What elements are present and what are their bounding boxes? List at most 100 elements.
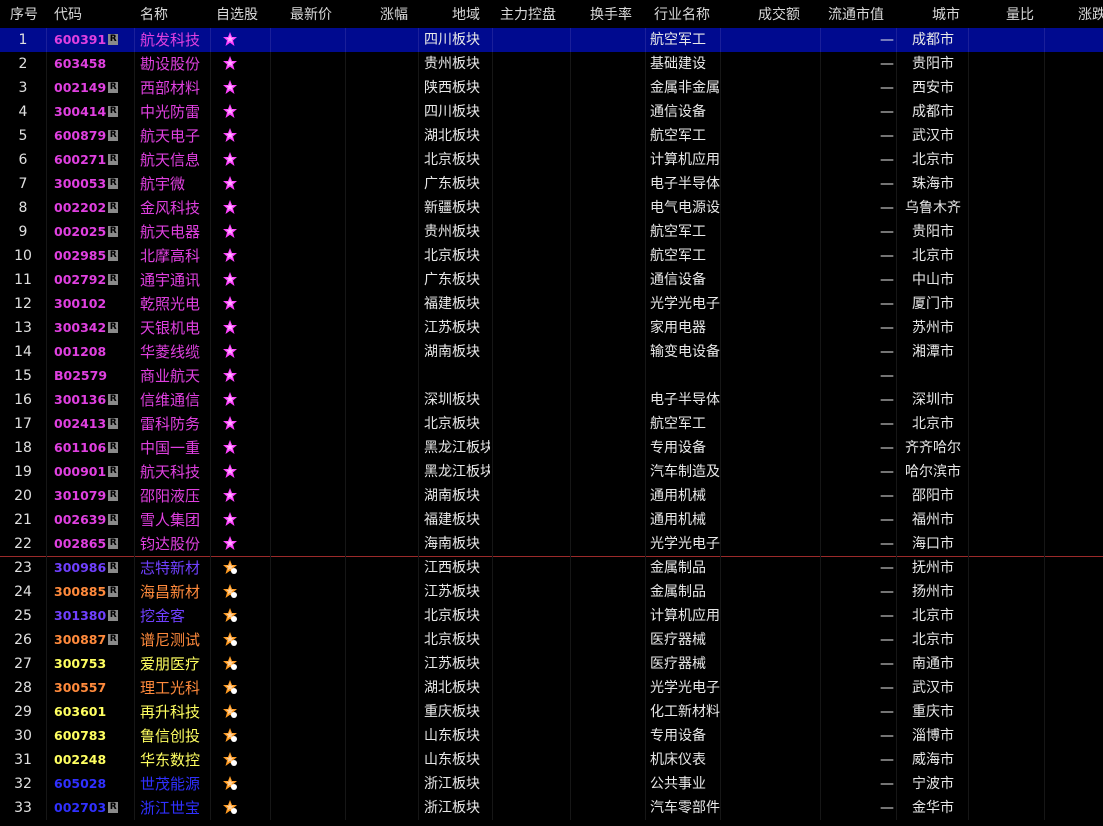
- col-header-main-control[interactable]: 主力控盘: [500, 0, 566, 28]
- table-row[interactable]: 5 600879 R 航天电子 湖北板块 航空军工 — 武汉市: [0, 124, 1103, 148]
- table-row[interactable]: 24 300885 R 海昌新材 江苏板块 金属制品 — 扬州市: [0, 580, 1103, 604]
- favorite-star-icon[interactable]: [222, 367, 238, 383]
- table-row[interactable]: 6 600271 R 航天信息 北京板块 计算机应用 — 北京市: [0, 148, 1103, 172]
- favorite-star-icon[interactable]: [222, 439, 238, 455]
- favorite-star-icon[interactable]: [222, 631, 238, 647]
- stock-name[interactable]: 航天科技: [140, 460, 206, 484]
- stock-name[interactable]: 再升科技: [140, 700, 206, 724]
- table-row[interactable]: 23 300986 R 志特新材 江西板块 金属制品 — 抚州市: [0, 556, 1103, 580]
- col-header-industry[interactable]: 行业名称: [654, 0, 724, 28]
- favorite-star-cell[interactable]: [222, 196, 252, 220]
- stock-name[interactable]: 乾照光电: [140, 292, 206, 316]
- stock-code[interactable]: 603458: [54, 52, 128, 76]
- stock-code[interactable]: 600879 R: [54, 124, 128, 148]
- stock-code[interactable]: 300342 R: [54, 316, 128, 340]
- favorite-star-cell[interactable]: [222, 364, 252, 388]
- stock-watchlist-grid[interactable]: 序号 代码 名称 自选股 最新价 涨幅 地域 主力控盘 换手率 行业名称 成交额…: [0, 0, 1103, 826]
- favorite-star-cell[interactable]: [222, 532, 252, 556]
- table-row[interactable]: 30 600783 鲁信创投 山东板块 专用设备 — 淄博市: [0, 724, 1103, 748]
- col-header-change-speed[interactable]: 涨跌: [1078, 0, 1103, 28]
- table-row[interactable]: 11 002792 R 通宇通讯 广东板块 通信设备 — 中山市: [0, 268, 1103, 292]
- stock-code[interactable]: B02579: [54, 364, 128, 388]
- stock-name[interactable]: 钧达股份: [140, 532, 206, 556]
- stock-name[interactable]: 通宇通讯: [140, 268, 206, 292]
- table-row[interactable]: 28 300557 理工光科 湖北板块 光学光电子 — 武汉市: [0, 676, 1103, 700]
- col-header-change-pct[interactable]: 涨幅: [380, 0, 420, 28]
- favorite-star-icon[interactable]: [222, 463, 238, 479]
- stock-name[interactable]: 浙江世宝: [140, 796, 206, 820]
- favorite-star-cell[interactable]: [222, 604, 252, 628]
- favorite-star-icon[interactable]: [222, 655, 238, 671]
- favorite-star-icon[interactable]: [222, 79, 238, 95]
- favorite-star-cell[interactable]: [222, 100, 252, 124]
- favorite-star-icon[interactable]: [222, 535, 238, 551]
- table-row[interactable]: 1 600391 R 航发科技 四川板块 航空军工 — 成都市: [0, 28, 1103, 52]
- favorite-star-cell[interactable]: [222, 292, 252, 316]
- stock-code[interactable]: 601106 R: [54, 436, 128, 460]
- table-row[interactable]: 29 603601 再升科技 重庆板块 化工新材料 — 重庆市: [0, 700, 1103, 724]
- col-header-fav[interactable]: 自选股: [216, 0, 272, 28]
- stock-code[interactable]: 300102: [54, 292, 128, 316]
- stock-code[interactable]: 002202 R: [54, 196, 128, 220]
- table-row[interactable]: 2 603458 勘设股份 贵州板块 基础建设 — 贵阳市: [0, 52, 1103, 76]
- stock-code[interactable]: 300885 R: [54, 580, 128, 604]
- table-row[interactable]: 3 002149 R 西部材料 陕西板块 金属非金属 — 西安市: [0, 76, 1103, 100]
- col-header-name[interactable]: 名称: [140, 0, 200, 28]
- favorite-star-cell[interactable]: [222, 412, 252, 436]
- favorite-star-icon[interactable]: [222, 679, 238, 695]
- stock-code[interactable]: 605028: [54, 772, 128, 796]
- favorite-star-cell[interactable]: [222, 268, 252, 292]
- favorite-star-icon[interactable]: [222, 247, 238, 263]
- stock-name[interactable]: 航天信息: [140, 148, 206, 172]
- col-header-vol-ratio[interactable]: 量比: [1006, 0, 1046, 28]
- favorite-star-cell[interactable]: [222, 580, 252, 604]
- table-row[interactable]: 14 001208 华菱线缆 湖南板块 输变电设备 — 湘潭市: [0, 340, 1103, 364]
- favorite-star-icon[interactable]: [222, 175, 238, 191]
- stock-code[interactable]: 002865 R: [54, 532, 128, 556]
- favorite-star-cell[interactable]: [222, 316, 252, 340]
- table-row[interactable]: 22 002865 R 钧达股份 海南板块 光学光电子 — 海口市: [0, 532, 1103, 556]
- col-header-latest[interactable]: 最新价: [290, 0, 350, 28]
- stock-code[interactable]: 002248: [54, 748, 128, 772]
- favorite-star-cell[interactable]: [222, 700, 252, 724]
- col-header-turnover[interactable]: 换手率: [590, 0, 642, 28]
- favorite-star-cell[interactable]: [222, 220, 252, 244]
- favorite-star-icon[interactable]: [222, 223, 238, 239]
- favorite-star-cell[interactable]: [222, 124, 252, 148]
- favorite-star-icon[interactable]: [222, 343, 238, 359]
- table-row[interactable]: 8 002202R 金风科技 新疆板块 电气电源设备 — 乌鲁木齐: [0, 196, 1103, 220]
- favorite-star-icon[interactable]: [222, 607, 238, 623]
- stock-name[interactable]: 理工光科: [140, 676, 206, 700]
- favorite-star-icon[interactable]: [222, 271, 238, 287]
- favorite-star-cell[interactable]: [222, 340, 252, 364]
- favorite-star-icon[interactable]: [222, 103, 238, 119]
- stock-code[interactable]: 300414 R: [54, 100, 128, 124]
- stock-name[interactable]: 西部材料: [140, 76, 206, 100]
- favorite-star-icon[interactable]: [222, 391, 238, 407]
- table-row[interactable]: 31 002248 华东数控 山东板块 机床仪表 — 威海市: [0, 748, 1103, 772]
- stock-name[interactable]: 海昌新材: [140, 580, 206, 604]
- favorite-star-cell[interactable]: [222, 772, 252, 796]
- stock-name[interactable]: 航宇微: [140, 172, 206, 196]
- stock-name[interactable]: 挖金客: [140, 604, 206, 628]
- favorite-star-icon[interactable]: [222, 751, 238, 767]
- table-row[interactable]: 7 300053 R 航宇微 广东板块 电子半导体 — 珠海市: [0, 172, 1103, 196]
- favorite-star-icon[interactable]: [222, 319, 238, 335]
- favorite-star-icon[interactable]: [222, 151, 238, 167]
- favorite-star-icon[interactable]: [222, 559, 238, 575]
- favorite-star-cell[interactable]: [222, 148, 252, 172]
- stock-name[interactable]: 北摩高科: [140, 244, 206, 268]
- stock-code[interactable]: 600271 R: [54, 148, 128, 172]
- stock-name[interactable]: 鲁信创投: [140, 724, 206, 748]
- favorite-star-cell[interactable]: [222, 556, 252, 580]
- table-row[interactable]: 27 300753 爱朋医疗 江苏板块 医疗器械 — 南通市: [0, 652, 1103, 676]
- stock-code[interactable]: 300136 R: [54, 388, 128, 412]
- favorite-star-icon[interactable]: [222, 487, 238, 503]
- stock-code[interactable]: 301079 R: [54, 484, 128, 508]
- favorite-star-cell[interactable]: [222, 436, 252, 460]
- favorite-star-cell[interactable]: [222, 484, 252, 508]
- favorite-star-icon[interactable]: [222, 199, 238, 215]
- favorite-star-cell[interactable]: [222, 244, 252, 268]
- col-header-float-mktcap[interactable]: 流通市值: [828, 0, 896, 28]
- stock-name[interactable]: 金风科技: [140, 196, 206, 220]
